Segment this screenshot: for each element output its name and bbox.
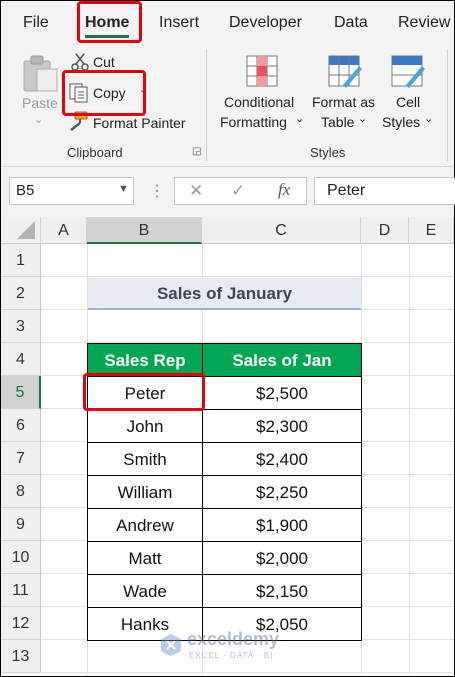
dialog-launcher-icon[interactable]: ◲ xyxy=(192,146,201,157)
enter-check-icon[interactable]: ✓ xyxy=(231,181,245,201)
name-box-value: B5 xyxy=(16,182,35,199)
table-cell-rep[interactable]: William xyxy=(87,475,203,509)
cell-styles-label-1[interactable]: Cell xyxy=(396,94,420,110)
table-cell-sales[interactable]: $2,500 xyxy=(202,376,362,410)
watermark-brand: exceldemy xyxy=(187,629,280,649)
row-header-13[interactable]: 13 xyxy=(1,640,41,673)
row-header-5[interactable]: 5 xyxy=(1,376,41,409)
tab-data[interactable]: Data xyxy=(334,1,368,45)
exceldemy-watermark: exceldemy EXCEL · DATA · BI xyxy=(159,627,309,667)
conditional-formatting-label-2[interactable]: Formatting xyxy=(220,114,287,130)
cell-styles-chevron-icon[interactable]: ⌄ xyxy=(424,112,433,125)
name-box-dropdown-icon[interactable]: ▼ xyxy=(118,183,129,195)
row-header-9[interactable]: 9 xyxy=(1,508,41,541)
select-all-triangle-icon xyxy=(17,221,35,239)
row-header-1[interactable]: 1 xyxy=(1,244,41,277)
ribbon-separator xyxy=(206,49,207,161)
tab-file[interactable]: File xyxy=(23,1,49,45)
conditional-formatting-chevron-icon[interactable]: ⌄ xyxy=(295,112,304,125)
gridline xyxy=(409,244,410,676)
table-cell-rep[interactable]: Matt xyxy=(87,541,203,575)
column-header-c[interactable]: C xyxy=(202,217,361,244)
formula-value: Peter xyxy=(327,182,366,199)
table-cell-sales[interactable]: $1,900 xyxy=(202,508,362,542)
column-header-e[interactable]: E xyxy=(409,217,454,244)
table-header-sales-of-jan[interactable]: Sales of Jan xyxy=(202,343,362,377)
column-header-b[interactable]: B xyxy=(87,217,202,244)
table-cell-sales[interactable]: $2,000 xyxy=(202,541,362,575)
ribbon-separator xyxy=(447,49,448,161)
format-painter-button[interactable]: Format Painter xyxy=(93,115,186,131)
table-cell-rep[interactable]: Wade xyxy=(87,574,203,608)
row-header-6[interactable]: 6 xyxy=(1,409,41,442)
cut-button[interactable]: Cut xyxy=(93,54,115,70)
row-header-11[interactable]: 11 xyxy=(1,574,41,607)
row-header-3[interactable]: 3 xyxy=(1,310,41,343)
table-cell-sales[interactable]: $2,300 xyxy=(202,409,362,443)
tab-review[interactable]: Review xyxy=(398,1,450,45)
column-header-d[interactable]: D xyxy=(361,217,409,244)
column-header-a[interactable]: A xyxy=(41,217,87,244)
gridline xyxy=(41,276,454,277)
sheet-title[interactable]: Sales of January xyxy=(88,278,361,310)
row-header-7[interactable]: 7 xyxy=(1,442,41,475)
vertical-dots-icon: ⋮ xyxy=(149,183,165,200)
table-header-sales-rep[interactable]: Sales Rep xyxy=(87,343,203,377)
conditional-formatting-icon xyxy=(246,55,278,92)
table-cell-sales[interactable]: $2,400 xyxy=(202,442,362,476)
clipboard-group-label: Clipboard xyxy=(67,145,123,160)
select-all-corner[interactable] xyxy=(1,217,41,244)
row-header-8[interactable]: 8 xyxy=(1,475,41,508)
row-header-12[interactable]: 12 xyxy=(1,607,41,640)
gridline xyxy=(41,672,454,673)
cell-styles-icon xyxy=(391,55,427,94)
table-cell-sales[interactable]: $2,150 xyxy=(202,574,362,608)
conditional-formatting-label-1[interactable]: Conditional xyxy=(224,94,294,110)
cancel-icon[interactable]: ✕ xyxy=(189,181,203,201)
table-cell-rep[interactable]: John xyxy=(87,409,203,443)
format-as-table-chevron-icon[interactable]: ⌄ xyxy=(358,112,367,125)
watermark-tagline: EXCEL · DATA · BI xyxy=(189,651,274,660)
paste-label: Paste xyxy=(22,95,58,111)
row-header-10[interactable]: 10 xyxy=(1,541,41,574)
insert-function-icon[interactable]: fx xyxy=(278,180,290,200)
format-as-table-icon xyxy=(328,55,364,94)
formula-input[interactable]: Peter xyxy=(314,177,455,205)
format-as-table-label-2[interactable]: Table xyxy=(321,114,354,130)
home-tab-highlight xyxy=(77,1,142,43)
copy-highlight xyxy=(62,70,146,116)
table-cell-rep[interactable]: Smith xyxy=(87,442,203,476)
name-box[interactable]: B5 xyxy=(9,177,134,205)
selected-cell-highlight xyxy=(83,373,205,411)
paste-chevron-icon[interactable]: ⌄ xyxy=(34,113,43,126)
row-header-4[interactable]: 4 xyxy=(1,343,41,376)
styles-group-label: Styles xyxy=(310,145,346,160)
row-header-2[interactable]: 2 xyxy=(1,277,41,310)
format-as-table-label-1[interactable]: Format as xyxy=(312,94,375,110)
exceldemy-logo-icon xyxy=(161,634,181,656)
paste-button[interactable] xyxy=(21,53,59,98)
table-cell-rep[interactable]: Andrew xyxy=(87,508,203,542)
tab-insert[interactable]: Insert xyxy=(159,1,199,45)
table-cell-sales[interactable]: $2,250 xyxy=(202,475,362,509)
tab-developer[interactable]: Developer xyxy=(229,1,302,45)
menu-bar: File Home Insert Developer Data Review xyxy=(1,1,454,45)
cell-styles-label-2[interactable]: Styles xyxy=(382,114,420,130)
paste-icon xyxy=(23,55,58,92)
formula-buttons: ✕ ✓ fx xyxy=(174,177,307,205)
